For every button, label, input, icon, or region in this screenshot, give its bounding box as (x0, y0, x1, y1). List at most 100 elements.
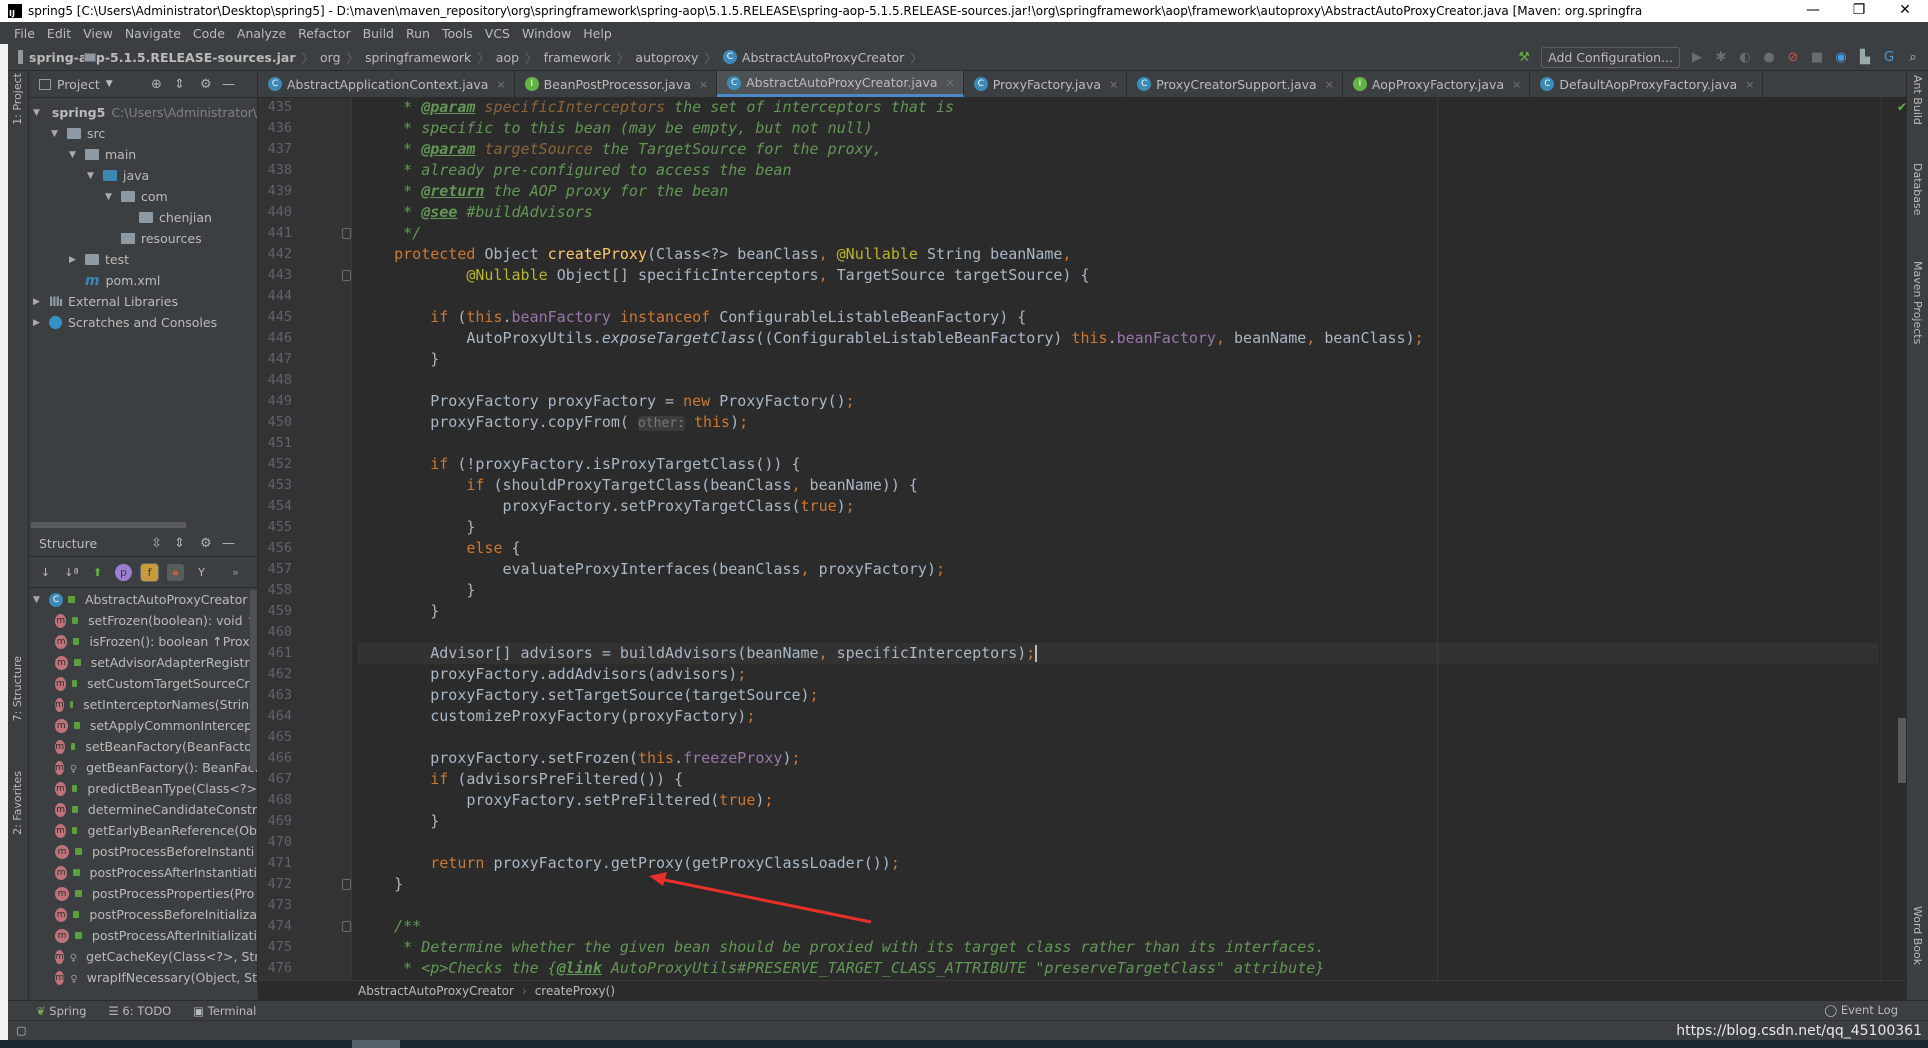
add-configuration-button[interactable]: Add Configuration... (1541, 47, 1680, 68)
structure-root[interactable]: ▼ C AbstractAutoProxyCreator (29, 589, 257, 610)
run-icon[interactable]: ▶ (1690, 50, 1704, 65)
event-log-button[interactable]: ◯ Event Log (1824, 1003, 1898, 1017)
nav-crumb[interactable]: C AbstractAutoProxyCreator 〉 (722, 48, 923, 67)
hide-icon[interactable]: — (222, 536, 235, 551)
structure-member[interactable]: m setInterceptorNames(String (29, 694, 257, 715)
expand-arrow-icon[interactable]: ▼ (87, 171, 97, 181)
nav-crumb[interactable]: org 〉 (84, 48, 359, 67)
editor-scroll-thumb[interactable] (1898, 718, 1906, 783)
expand-arrow-icon[interactable]: ▼ (51, 129, 61, 139)
show-non-public-icon[interactable]: 🔒︎ (167, 563, 184, 581)
menu-help[interactable]: Help (583, 26, 612, 41)
structure-member[interactable]: m setBeanFactory(BeanFactor (29, 736, 257, 757)
breadcrumb-class[interactable]: AbstractAutoProxyCreator (358, 984, 514, 998)
tab-abstractautoproxycreator[interactable]: C AbstractAutoProxyCreator.java × (717, 71, 964, 97)
structure-member[interactable]: m postProcessAfterInitializati (29, 925, 257, 946)
tab-abstractapplicationcontext[interactable]: C AbstractApplicationContext.java × (258, 71, 515, 97)
structure-scrollbar[interactable] (250, 590, 257, 770)
project-tree-item[interactable]: m pom.xml (29, 270, 257, 291)
locate-icon[interactable]: ⊕ (151, 77, 162, 92)
structure-member[interactable]: m ♀ wrapIfNecessary(Object, St (29, 967, 257, 988)
tab-aopproxyfactory[interactable]: I AopProxyFactory.java × (1343, 71, 1531, 97)
minimize-button[interactable]: — (1790, 0, 1836, 22)
filter-icon[interactable]: Y (193, 564, 210, 581)
close-tab-icon[interactable]: × (1109, 78, 1118, 91)
menu-edit[interactable]: Edit (47, 26, 71, 41)
spring-tool-button[interactable]: ❦ Spring (36, 1004, 86, 1018)
chevron-down-icon[interactable]: ▼ (106, 79, 113, 89)
structure-member[interactable]: m determineCandidateConstr (29, 799, 257, 820)
expand-arrow-icon[interactable]: ▶ (33, 297, 43, 307)
menu-vcs[interactable]: VCS (485, 26, 510, 41)
taskbar-item[interactable] (352, 1040, 400, 1048)
expand-arrow-icon[interactable]: ▼ (105, 192, 115, 202)
update-icon[interactable]: ◉ (1834, 50, 1848, 65)
fold-marker-icon[interactable] (342, 879, 351, 890)
menu-file[interactable]: File (14, 26, 35, 41)
structure-member[interactable]: m postProcessBeforeInitializa (29, 904, 257, 925)
stop-icon[interactable]: ■ (1810, 50, 1824, 65)
gear-icon[interactable]: ⚙ (200, 536, 212, 551)
coverage-icon[interactable]: ◐ (1738, 50, 1752, 65)
word-book-tool-button[interactable]: Word Book (1911, 906, 1924, 965)
structure-member[interactable]: m postProcessAfterInstantiati (29, 862, 257, 883)
nav-crumb[interactable]: aop 〉 (84, 48, 538, 67)
fold-marker-icon[interactable] (342, 270, 351, 281)
close-tab-icon[interactable]: × (1325, 78, 1334, 91)
structure-member[interactable]: m ♀ getBeanFactory(): BeanFact (29, 757, 257, 778)
editor-scrollbar[interactable]: ✔ (1880, 98, 1907, 980)
structure-member[interactable]: m ♀ getCacheKey(Class<?>, Str (29, 946, 257, 967)
debug-icon[interactable]: ✱ (1714, 50, 1728, 65)
close-tab-icon[interactable]: × (1745, 78, 1754, 91)
expand-arrow-icon[interactable]: ▼ (69, 150, 79, 160)
close-tab-icon[interactable]: × (1512, 78, 1521, 91)
breadcrumb-method[interactable]: createProxy() (535, 984, 615, 998)
gear-icon[interactable]: ⚙ (200, 77, 212, 92)
project-view-selector[interactable]: Project (57, 77, 100, 92)
structure-member[interactable]: m isFrozen(): boolean ↑Proxy (29, 631, 257, 652)
project-tree-item[interactable]: ▼ spring5 C:\Users\Administrator\ (29, 102, 257, 123)
menu-analyze[interactable]: Analyze (237, 26, 286, 41)
favorites-tool-button[interactable]: 2: Favorites (11, 771, 24, 835)
structure-member[interactable]: m setApplyCommonIntercept (29, 715, 257, 736)
structure-member[interactable]: m predictBeanType(Class<?> (29, 778, 257, 799)
close-tab-icon[interactable]: × (699, 78, 708, 91)
search-icon[interactable]: ⌕ (1906, 50, 1920, 65)
menu-tools[interactable]: Tools (442, 26, 473, 41)
menu-run[interactable]: Run (406, 26, 430, 41)
project-tree-item[interactable]: ▶ lllı External Libraries (29, 291, 257, 312)
expand-arrow-icon[interactable]: ▶ (33, 318, 43, 328)
tab-proxycreatorsupport[interactable]: C ProxyCreatorSupport.java × (1127, 71, 1343, 97)
database-tool-button[interactable]: Database (1911, 163, 1924, 216)
project-tree-item[interactable]: resources (29, 228, 257, 249)
expand-all-icon[interactable]: ⇳ (151, 536, 162, 551)
nav-crumb[interactable]: framework 〉 (84, 48, 629, 67)
profile-icon[interactable]: ● (1762, 50, 1776, 65)
project-tool-button[interactable]: 1: Project (11, 73, 24, 125)
tab-beanpostprocessor[interactable]: I BeanPostProcessor.java × (515, 71, 718, 97)
tab-defaultaopproxyfactory[interactable]: C DefaultAopProxyFactory.java × (1530, 71, 1764, 97)
horizontal-scrollbar[interactable] (31, 522, 186, 528)
fold-marker-icon[interactable] (342, 228, 351, 239)
project-tree-item[interactable]: chenjian (29, 207, 257, 228)
show-properties-icon[interactable]: p (115, 563, 132, 581)
toggle-tool-windows-icon[interactable]: ▢ (16, 1024, 26, 1037)
close-tab-icon[interactable]: × (946, 76, 955, 89)
menu-view[interactable]: View (83, 26, 113, 41)
expand-arrow-icon[interactable]: ▼ (33, 108, 40, 118)
structure-member[interactable]: m getEarlyBeanReference(Ob (29, 820, 257, 841)
hide-icon[interactable]: — (222, 77, 235, 92)
project-structure-icon[interactable]: ▙ (1858, 50, 1872, 65)
fold-marker-icon[interactable] (342, 921, 351, 932)
todo-tool-button[interactable]: ☰ 6: TODO (108, 1004, 171, 1018)
project-tree-item[interactable]: ▶ Scratches and Consoles (29, 312, 257, 333)
sort-alphabetically-icon[interactable]: ↓ª (63, 564, 80, 581)
nav-crumb[interactable]: autoproxy 〉 (84, 48, 717, 67)
menu-code[interactable]: Code (193, 26, 225, 41)
collapse-all-icon[interactable]: ⇕ (174, 536, 185, 551)
project-tree-item[interactable]: ▶ test (29, 249, 257, 270)
show-fields-icon[interactable]: f (140, 562, 159, 582)
menu-build[interactable]: Build (363, 26, 394, 41)
project-tree-item[interactable]: ▼ main (29, 144, 257, 165)
structure-member[interactable]: m setAdvisorAdapterRegistry (29, 652, 257, 673)
